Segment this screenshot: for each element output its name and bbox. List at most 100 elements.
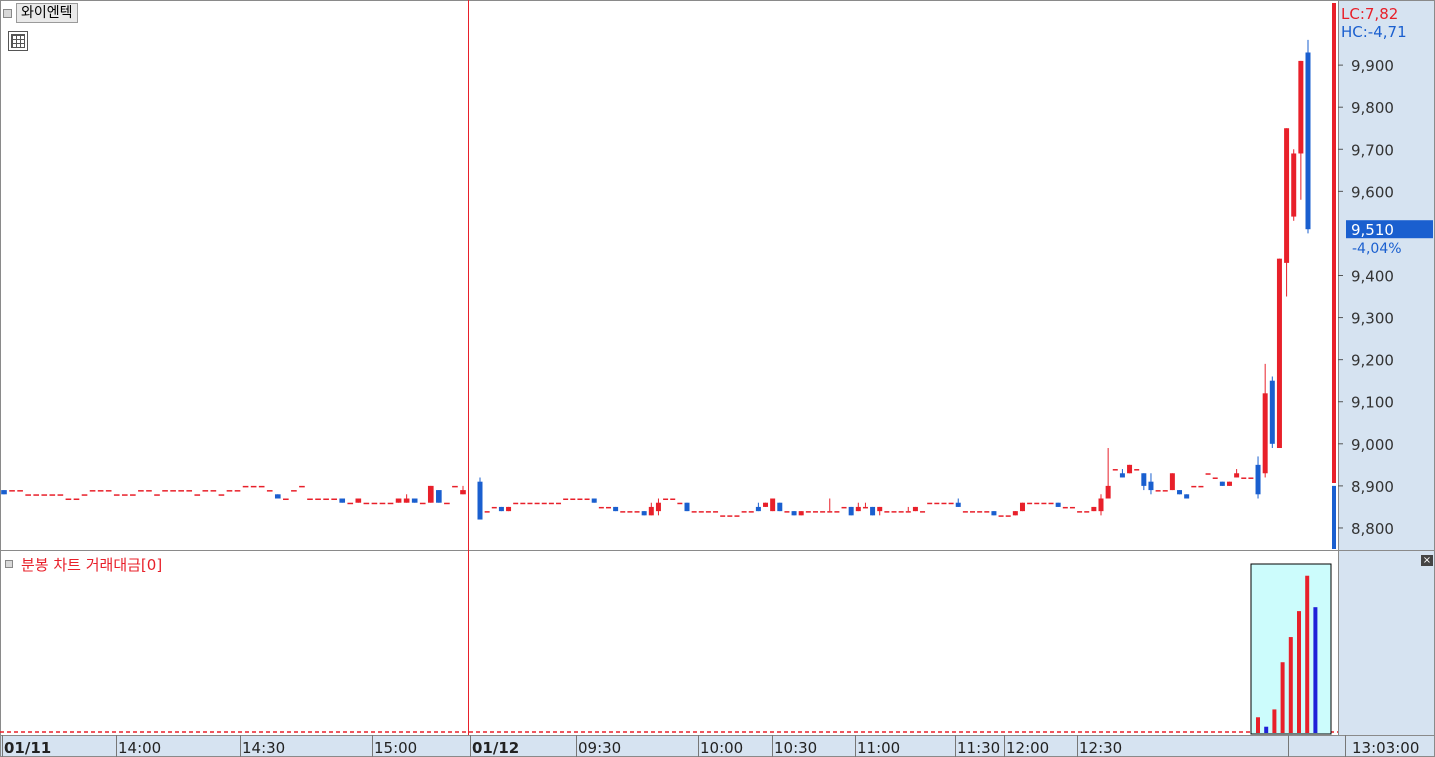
candle-body [427, 485, 434, 503]
candle-body [1191, 485, 1197, 488]
candle-body [970, 511, 976, 513]
volume-bar [1256, 717, 1260, 733]
candle-body [1112, 469, 1118, 471]
candle-body [763, 502, 769, 507]
candle-body [323, 498, 329, 501]
candle-body [934, 502, 940, 505]
candle-body [755, 506, 761, 512]
candle-body [991, 511, 997, 516]
candle-body [870, 506, 876, 516]
candle-body [347, 502, 354, 505]
candle-body [1034, 502, 1040, 505]
volume-bar [1305, 575, 1310, 733]
candle-body [862, 506, 868, 509]
candle-body [620, 511, 626, 513]
candle-body [307, 498, 313, 501]
candle-body [920, 511, 926, 513]
candle-body [258, 485, 265, 488]
candle-body [452, 485, 458, 488]
candle-body [9, 490, 15, 492]
candle-body [1219, 481, 1225, 486]
candle-body [1205, 473, 1211, 475]
candle-body [363, 502, 370, 505]
candle-body [1084, 511, 1090, 513]
candle-body [506, 506, 512, 512]
time-tick-label: 10:00 [700, 739, 743, 757]
candle-body [1298, 60, 1304, 154]
candle-body [748, 511, 754, 513]
candle-body [89, 490, 96, 492]
stock-chart[interactable]: 9,900 9,800 9,700 9,600 9,400 9,300 9,200 9,100… [0, 0, 1435, 757]
candle-body [186, 490, 193, 492]
candle-body [541, 502, 547, 505]
candle-body [355, 498, 362, 503]
candle-body [770, 498, 776, 512]
candle-body [741, 511, 747, 513]
candle-body [884, 511, 890, 513]
candle-body [33, 494, 40, 496]
candle-body [17, 490, 23, 492]
candle-body [178, 490, 184, 492]
time-tick-label: 11:30 [957, 739, 1000, 757]
candle-body [1062, 506, 1068, 509]
candle-body [491, 506, 497, 509]
time-tick-label: 01/12 [472, 739, 519, 757]
close-icon[interactable]: × [1421, 555, 1433, 566]
candle-body [998, 515, 1004, 517]
candle-body [226, 490, 233, 492]
candle-body [1105, 485, 1111, 499]
candle-body [1212, 477, 1218, 479]
candle-body [955, 502, 961, 507]
candle-body [1241, 477, 1247, 479]
candle-body [387, 502, 394, 505]
candle-body [584, 498, 590, 501]
time-tick-label: 14:30 [242, 739, 285, 757]
candle-body [891, 511, 897, 513]
candle-body [948, 502, 954, 505]
candle-body [663, 498, 669, 501]
candle-body [805, 511, 811, 513]
stock-name-tab[interactable]: 와이엔텍 [3, 3, 78, 23]
candle-body [403, 498, 410, 503]
candle-body [484, 511, 490, 513]
candle-body [121, 494, 128, 496]
candle-body [41, 494, 48, 496]
cursor-time-label: 13:03:00 [1352, 739, 1419, 757]
candle-body [202, 490, 209, 492]
time-tick-label: 14:00 [118, 739, 161, 757]
candle-body [1269, 380, 1275, 444]
candle-body [791, 511, 797, 516]
candle-body [1177, 490, 1183, 495]
candle-body [73, 498, 80, 501]
candle-body [162, 490, 168, 492]
candle-body [827, 511, 833, 513]
current-change-label: -4,04% [1352, 241, 1402, 257]
time-tick-label: 12:00 [1006, 739, 1049, 757]
candle-body [25, 494, 31, 496]
candle-body [1048, 502, 1054, 505]
candle-body [1305, 52, 1311, 230]
grid-icon[interactable] [8, 31, 28, 51]
candle-body [477, 481, 483, 520]
candle-body [655, 502, 661, 512]
candle-body [984, 511, 990, 513]
volume-bar [1280, 662, 1285, 733]
candle-body [242, 485, 249, 488]
volume-bar [1288, 637, 1293, 733]
candle-body [274, 494, 281, 499]
candle-body [1184, 494, 1190, 499]
candle-body [1162, 490, 1168, 492]
price-tick-label: 8,800 [1351, 520, 1394, 538]
candle-body [57, 494, 64, 496]
candle-body [210, 490, 217, 492]
candle-body [698, 511, 704, 513]
volume-bar [1264, 726, 1269, 733]
stock-name[interactable]: 와이엔텍 [16, 3, 78, 23]
candle-body [266, 490, 273, 492]
candle-body [720, 515, 726, 517]
candle-body [1055, 502, 1061, 507]
candle-body [283, 498, 289, 501]
candle-body [460, 490, 466, 495]
candle-body [1119, 473, 1125, 478]
candle-body [1127, 464, 1133, 474]
